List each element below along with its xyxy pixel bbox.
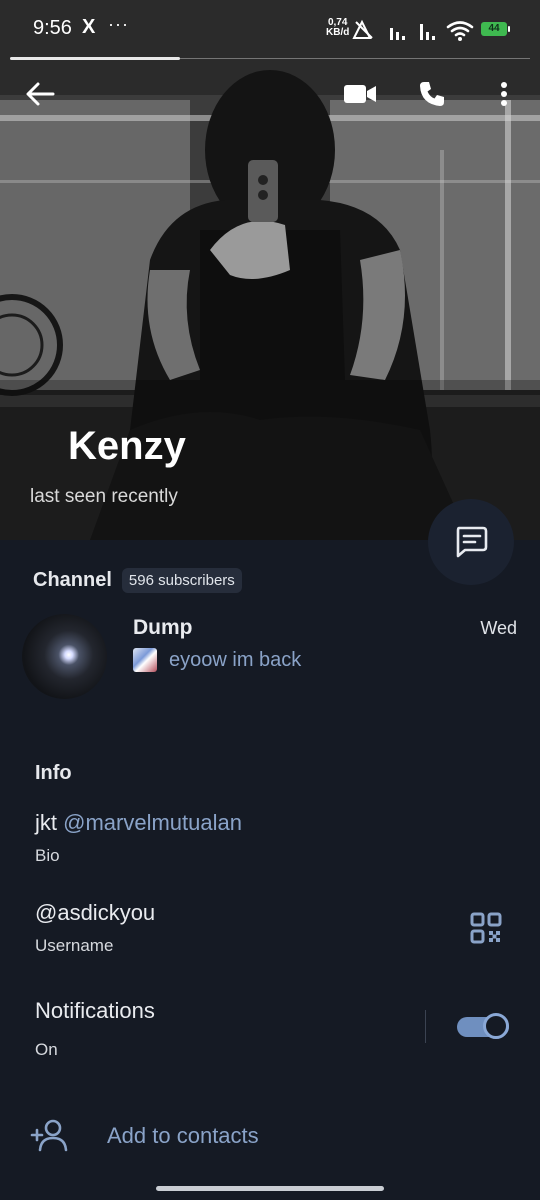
qr-code-button[interactable] bbox=[466, 908, 506, 948]
more-notifications-icon: ··· bbox=[108, 14, 129, 34]
add-to-contacts-button[interactable]: Add to contacts bbox=[0, 1110, 540, 1160]
status-bar: 9:56 X ··· 0,74 KB/d 44 bbox=[0, 0, 540, 60]
progress-indicator bbox=[10, 57, 180, 60]
back-button[interactable] bbox=[20, 74, 60, 114]
notifications-state: On bbox=[35, 1040, 58, 1059]
channel-list-item[interactable]: Dump Wed eyoow im back bbox=[0, 610, 540, 702]
add-to-contacts-label: Add to contacts bbox=[107, 1123, 259, 1148]
signal-2-icon bbox=[420, 24, 435, 40]
profile-photo-header[interactable]: 9:56 X ··· 0,74 KB/d 44 Kenzy last seen … bbox=[0, 0, 540, 540]
battery-icon: 44 bbox=[481, 22, 510, 36]
username-value[interactable]: @asdickyou bbox=[35, 900, 155, 926]
notifications-divider bbox=[425, 1010, 426, 1043]
more-vertical-icon bbox=[501, 82, 507, 106]
bio-text: jkt bbox=[35, 810, 57, 835]
vibrate-off-icon bbox=[352, 19, 373, 39]
bio-label: Bio bbox=[35, 846, 60, 865]
username-label: Username bbox=[35, 936, 114, 955]
x-app-icon: X bbox=[82, 16, 96, 38]
profile-info-panel: Channel 596 subscribers Dump Wed eyoow i… bbox=[0, 540, 540, 1200]
channel-avatar bbox=[22, 614, 107, 699]
signal-wifi-icons bbox=[352, 19, 474, 41]
network-speed-unit: KB/d bbox=[326, 27, 350, 38]
bio-mention-link[interactable]: @marvelmutualan bbox=[63, 810, 242, 835]
signal-1-icon bbox=[390, 28, 405, 40]
network-speed: 0,74 KB/d bbox=[326, 18, 349, 38]
qr-code-icon bbox=[470, 912, 502, 944]
bio-value[interactable]: jkt @marvelmutualan bbox=[35, 810, 242, 836]
preview-thumbnail bbox=[133, 648, 157, 672]
status-time: 9:56 bbox=[33, 17, 72, 39]
progress-track bbox=[180, 58, 530, 59]
video-camera-icon bbox=[344, 85, 376, 103]
channel-name: Dump bbox=[133, 616, 193, 639]
channel-section-title: Channel bbox=[33, 569, 112, 591]
voice-call-button[interactable] bbox=[412, 74, 452, 114]
channel-preview-text: eyoow im back bbox=[169, 648, 302, 671]
toggle-knob bbox=[483, 1013, 509, 1039]
notifications-toggle[interactable] bbox=[457, 1012, 509, 1042]
profile-last-seen: last seen recently bbox=[30, 486, 178, 507]
message-icon bbox=[456, 526, 488, 558]
info-section-title: Info bbox=[35, 762, 72, 784]
add-person-icon bbox=[30, 1119, 68, 1152]
subscribers-badge: 596 subscribers bbox=[121, 568, 242, 593]
more-options-button[interactable] bbox=[484, 74, 524, 114]
notifications-label[interactable]: Notifications bbox=[35, 998, 155, 1024]
send-message-button[interactable] bbox=[428, 499, 514, 585]
wifi-icon bbox=[446, 21, 474, 37]
video-call-button[interactable] bbox=[340, 74, 380, 114]
channel-message-preview: eyoow im back bbox=[133, 648, 301, 672]
channel-section-header: Channel 596 subscribers bbox=[33, 568, 242, 593]
channel-last-message-date: Wed bbox=[480, 618, 517, 638]
arrow-left-icon bbox=[26, 82, 55, 106]
home-indicator[interactable] bbox=[156, 1186, 384, 1191]
profile-name: Kenzy bbox=[68, 424, 186, 468]
phone-icon bbox=[420, 82, 444, 106]
